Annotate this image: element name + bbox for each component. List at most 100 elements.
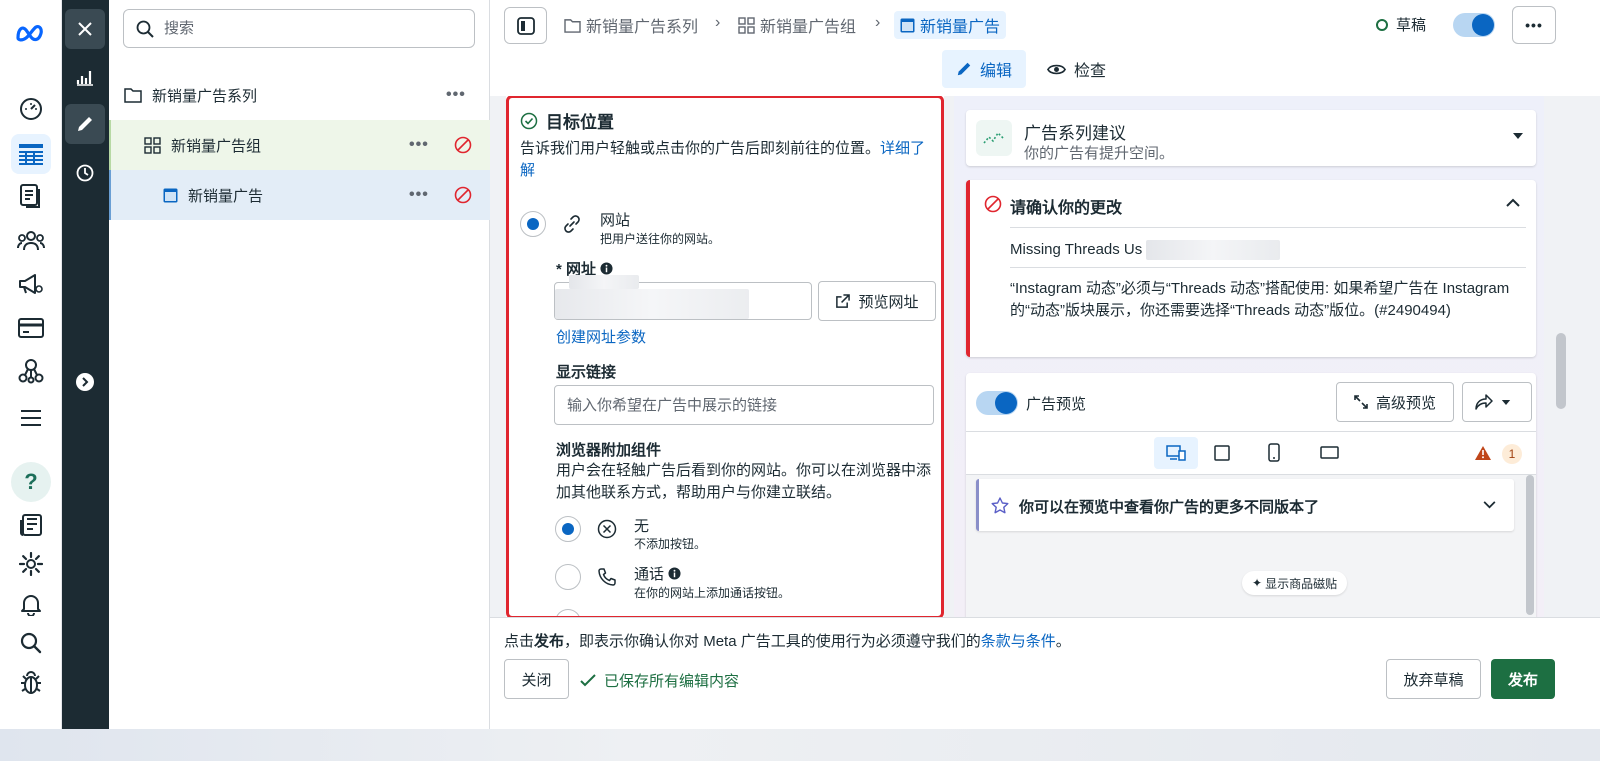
show-product-tags-chip[interactable]: ✦ 显示商品磁贴: [1242, 571, 1348, 595]
addon-none-radio[interactable]: [555, 516, 581, 542]
addon-next-radio[interactable]: [555, 609, 581, 617]
news-feed-icon[interactable]: [11, 505, 51, 545]
info-icon: [600, 262, 613, 275]
settings-gear-icon[interactable]: [11, 544, 51, 584]
right-panel-scrollbar[interactable]: [1556, 333, 1566, 409]
ads-manager-table-icon[interactable]: [11, 134, 51, 174]
audiences-people-icon[interactable]: [11, 221, 51, 261]
breadcrumb-ad[interactable]: 新销量广告: [894, 11, 1007, 39]
caret-down-icon: [1501, 399, 1511, 405]
star-outline-icon: [991, 497, 1009, 514]
ad-preview-toggle[interactable]: [976, 391, 1018, 415]
url-input[interactable]: [554, 275, 812, 320]
adset-grid-icon: [144, 136, 161, 154]
ad-square-icon: [900, 18, 915, 32]
tree-campaign-label: 新销量广告系列: [152, 87, 258, 105]
breadcrumb-campaign[interactable]: 新销量广告系列: [564, 11, 698, 39]
browser-addon-label: 浏览器附加组件: [556, 442, 662, 459]
ad-enabled-toggle[interactable]: [1453, 13, 1495, 37]
discard-draft-button[interactable]: 放弃草稿: [1386, 659, 1481, 699]
history-clock-icon[interactable]: [65, 153, 105, 193]
tab-review[interactable]: 检查: [1033, 50, 1120, 88]
breadcrumb-campaign-label: 新销量广告系列: [586, 19, 699, 36]
placement-square-icon[interactable]: [1214, 445, 1230, 461]
website-option-title: 网站: [600, 212, 631, 229]
adset-error-icon: [454, 136, 472, 154]
advanced-preview-label: 高级预览: [1375, 394, 1436, 412]
search-icon[interactable]: [11, 623, 51, 663]
breadcrumb-adset[interactable]: 新销量广告组: [738, 11, 856, 39]
folder-icon: [564, 18, 581, 33]
saved-status-label: 已保存所有编辑内容: [604, 673, 740, 690]
addon-call-title: 通话: [634, 563, 681, 584]
toggle-side-panel-button[interactable]: [504, 7, 547, 44]
display-link-input[interactable]: [554, 385, 934, 425]
advanced-preview-button[interactable]: 高级预览: [1336, 382, 1454, 422]
placement-all-devices-icon[interactable]: [1154, 437, 1198, 469]
confirm-changes-card: 请确认你的更改 Missing Threads Us “Instagram 动态…: [966, 180, 1536, 357]
recommendations-title: 广告系列建议: [1024, 124, 1126, 143]
ad-error-icon: [454, 186, 472, 204]
breadcrumb-ad-label: 新销量广告: [920, 19, 1001, 36]
terms-link[interactable]: 条款与条件: [981, 633, 1056, 650]
events-manager-icon[interactable]: [11, 351, 51, 391]
chevron-down-icon[interactable]: [1483, 501, 1496, 509]
confirm-changes-title: 请确认你的更改: [1010, 200, 1123, 217]
ad-preview-card: 广告预览 高级预览 1 你可以在预览中查看你广告的更多不同版本了 ✦ 显示商品磁…: [966, 373, 1536, 617]
tree-adset-label: 新销量广告组: [171, 137, 262, 155]
billing-card-icon[interactable]: [11, 308, 51, 348]
placement-landscape-icon[interactable]: [1320, 446, 1339, 459]
website-option-sub: 把用户送往你的网站。: [600, 232, 721, 246]
ad-more-icon[interactable]: •••: [409, 186, 429, 204]
charts-icon[interactable]: [65, 57, 105, 97]
warning-triangle-icon[interactable]: [1474, 445, 1492, 461]
preview-versions-banner[interactable]: 你可以在预览中查看你广告的更多不同版本了: [976, 479, 1514, 531]
publish-button[interactable]: 发布: [1491, 659, 1555, 699]
placement-mobile-icon[interactable]: [1268, 443, 1280, 462]
meta-logo-icon[interactable]: [11, 13, 51, 53]
share-preview-button[interactable]: [1462, 382, 1532, 422]
close-editor-icon[interactable]: [65, 9, 105, 49]
tab-edit[interactable]: 编辑: [942, 50, 1027, 88]
draft-status-dot-icon: [1376, 18, 1388, 31]
campaign-more-icon[interactable]: •••: [446, 86, 466, 104]
preview-scrollbar[interactable]: [1526, 475, 1534, 615]
expand-panel-chevron-icon[interactable]: [65, 362, 105, 402]
adset-more-icon[interactable]: •••: [409, 136, 429, 154]
tree-row-adset[interactable]: 新销量广告组 •••: [109, 120, 490, 170]
search-icon: [136, 20, 154, 38]
destination-website-radio[interactable]: [520, 211, 546, 237]
display-link-label: 显示链接: [556, 364, 617, 381]
addon-call-radio[interactable]: [555, 564, 581, 590]
chevron-up-icon[interactable]: [1506, 198, 1520, 207]
close-button[interactable]: 关闭: [504, 659, 569, 699]
all-tools-menu-icon[interactable]: [11, 398, 51, 438]
edit-pencil-icon[interactable]: [65, 104, 105, 144]
editor-content: 目标位置 告诉我们用户轻触或点击你的广告后即刻前往的位置。详细了解 网站 把用户…: [490, 96, 1600, 617]
expand-arrows-icon: [1354, 395, 1368, 409]
ad-preview-label: 广告预览: [1026, 396, 1087, 413]
global-nav-rail: ?: [0, 0, 62, 729]
redacted-url-blur: [555, 289, 749, 319]
report-bug-icon[interactable]: [11, 663, 51, 703]
publish-terms-note: 点击发布，即表示你确认你对 Meta 广告工具的使用行为必须遵守我们的条款与条件…: [504, 630, 1071, 651]
warning-count-badge: 1: [1502, 444, 1522, 464]
tree-row-ad[interactable]: 新销量广告 •••: [109, 170, 490, 220]
tree-search-box[interactable]: [123, 9, 475, 48]
preview-url-button[interactable]: 预览网址: [818, 281, 936, 321]
campaign-recommendations-card[interactable]: 广告系列建议 你的广告有提升空间。: [966, 110, 1536, 166]
right-column: 广告系列建议 你的广告有提升空间。 请确认你的更改 Missing Thread…: [954, 96, 1544, 617]
create-url-params-link[interactable]: 创建网址参数: [556, 326, 646, 347]
tree-row-campaign[interactable]: 新销量广告系列 •••: [109, 70, 490, 120]
side-panel-icon: [516, 16, 535, 35]
folder-icon: [124, 88, 142, 103]
pages-icon[interactable]: [11, 176, 51, 216]
tree-search-input[interactable]: [164, 20, 454, 37]
advertising-settings-megaphone-icon[interactable]: [11, 264, 51, 304]
help-question-icon[interactable]: ?: [11, 462, 51, 502]
redacted-url-blur: [569, 275, 639, 289]
dashboard-gauge-icon[interactable]: [11, 89, 51, 129]
caret-down-icon[interactable]: [1512, 132, 1524, 140]
notifications-bell-icon[interactable]: [11, 584, 51, 624]
more-options-button[interactable]: •••: [1512, 6, 1556, 44]
